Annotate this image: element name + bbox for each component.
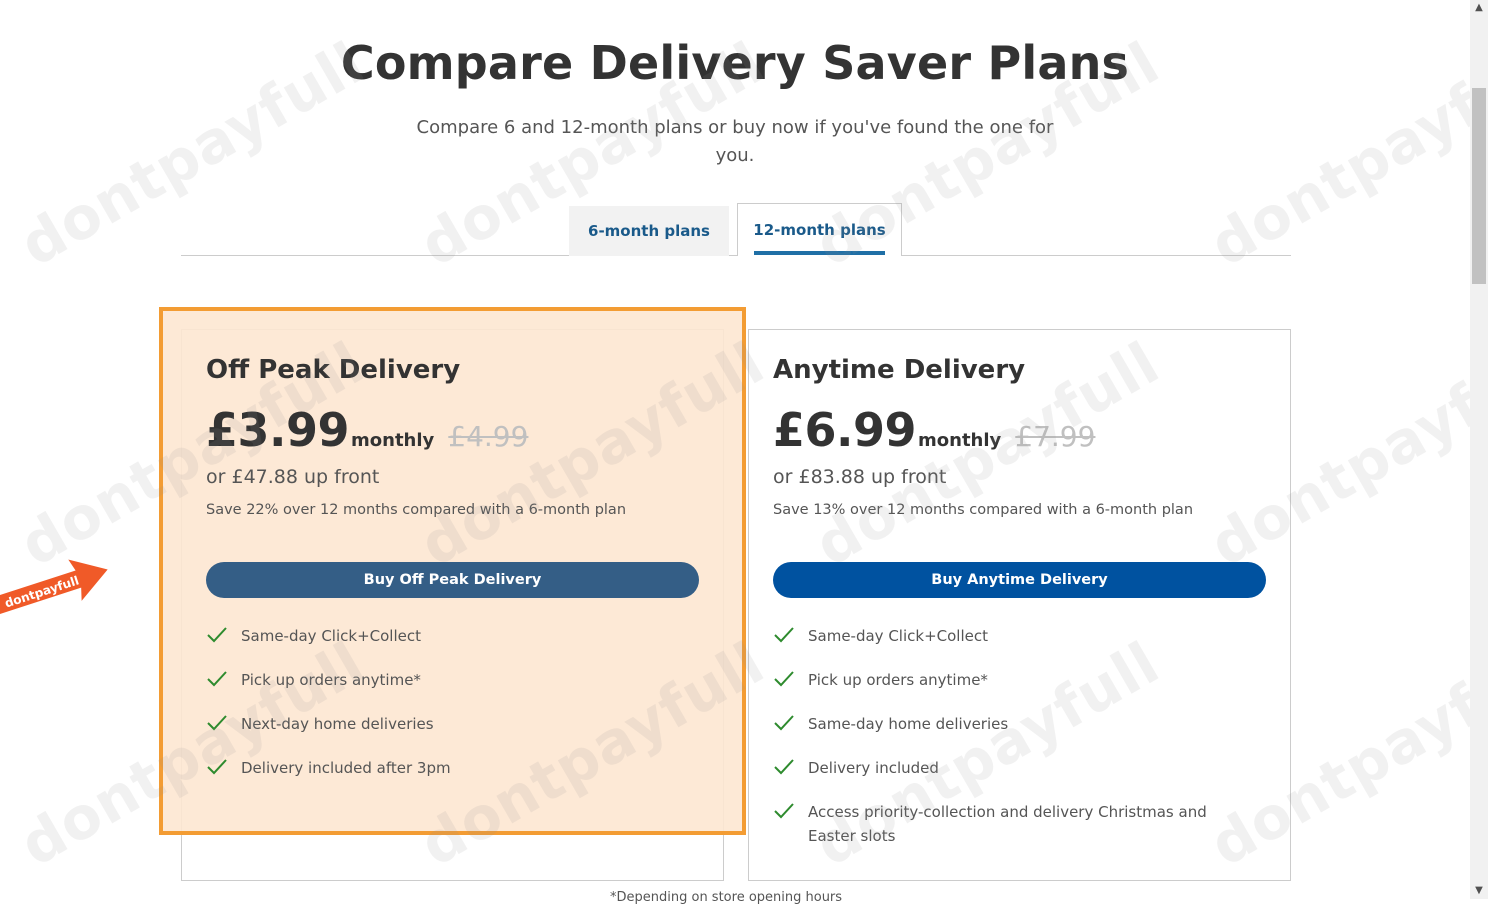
scrollbar-thumb[interactable]: [1472, 88, 1486, 284]
price-row: £3.99 monthly £4.99: [206, 403, 528, 457]
feature-label: Pick up orders anytime*: [808, 671, 988, 689]
plan-period: monthly: [918, 430, 1002, 451]
page-subtitle: Compare 6 and 12-month plans or buy now …: [416, 117, 1054, 166]
scroll-up-arrow-icon[interactable]: ▲: [1470, 0, 1488, 16]
check-icon: [774, 627, 794, 643]
savings-note: Save 13% over 12 months compared with a …: [773, 502, 1194, 518]
check-icon: [207, 759, 227, 775]
feature-label: Same-day Click+Collect: [808, 627, 988, 645]
feature-item: Same-day home deliveries: [773, 712, 1253, 736]
page-title: Compare Delivery Saver Plans: [340, 36, 1130, 90]
feature-label: Delivery included after 3pm: [241, 759, 451, 777]
check-icon: [207, 627, 227, 643]
buy-off-peak-button[interactable]: Buy Off Peak Delivery: [206, 562, 699, 598]
savings-note: Save 22% over 12 months compared with a …: [206, 502, 627, 518]
feature-label: Same-day Click+Collect: [241, 627, 421, 645]
feature-item: Access priority-collection and delivery …: [773, 800, 1253, 848]
feature-label: Access priority-collection and delivery …: [808, 803, 1207, 845]
feature-item: Next-day home deliveries: [206, 712, 686, 736]
price-row: £6.99 monthly £7.99: [773, 403, 1095, 457]
check-icon: [774, 759, 794, 775]
tab-divider: [181, 255, 1291, 256]
arrow-badge-icon: dontpayfull: [0, 556, 112, 618]
feature-label: Pick up orders anytime*: [241, 671, 421, 689]
scroll-down-arrow-icon[interactable]: ▼: [1470, 883, 1488, 899]
feature-label: Next-day home deliveries: [241, 715, 434, 733]
check-icon: [774, 715, 794, 731]
check-icon: [774, 671, 794, 687]
old-price: £7.99: [1015, 420, 1096, 453]
old-price: £4.99: [448, 420, 529, 453]
check-icon: [207, 671, 227, 687]
feature-list: Same-day Click+Collect Pick up orders an…: [206, 624, 686, 800]
feature-item: Pick up orders anytime*: [206, 668, 686, 692]
upfront-price: or £83.88 up front: [773, 466, 947, 488]
plan-name: Off Peak Delivery: [206, 355, 461, 385]
feature-item: Same-day Click+Collect: [206, 624, 686, 648]
plan-name: Anytime Delivery: [773, 355, 1026, 385]
vertical-scrollbar[interactable]: ▲ ▼: [1470, 0, 1488, 899]
tab-label: 12-month plans: [753, 221, 886, 239]
feature-item: Delivery included: [773, 756, 1253, 780]
buy-anytime-button[interactable]: Buy Anytime Delivery: [773, 562, 1266, 598]
feature-label: Delivery included: [808, 759, 939, 777]
plan-period: monthly: [351, 430, 435, 451]
feature-list: Same-day Click+Collect Pick up orders an…: [773, 624, 1253, 868]
plan-price: £3.99: [206, 403, 350, 457]
upfront-price: or £47.88 up front: [206, 466, 380, 488]
tab-label: 6-month plans: [588, 222, 710, 240]
tab-12-month-plans[interactable]: 12-month plans: [737, 203, 902, 256]
tab-6-month-plans[interactable]: 6-month plans: [569, 206, 729, 256]
plan-price: £6.99: [773, 403, 917, 457]
feature-item: Same-day Click+Collect: [773, 624, 1253, 648]
feature-item: Pick up orders anytime*: [773, 668, 1253, 692]
feature-item: Delivery included after 3pm: [206, 756, 686, 780]
check-icon: [774, 803, 794, 819]
active-tab-indicator: [754, 251, 885, 255]
footnote: *Depending on store opening hours: [610, 890, 843, 905]
check-icon: [207, 715, 227, 731]
feature-label: Same-day home deliveries: [808, 715, 1009, 733]
